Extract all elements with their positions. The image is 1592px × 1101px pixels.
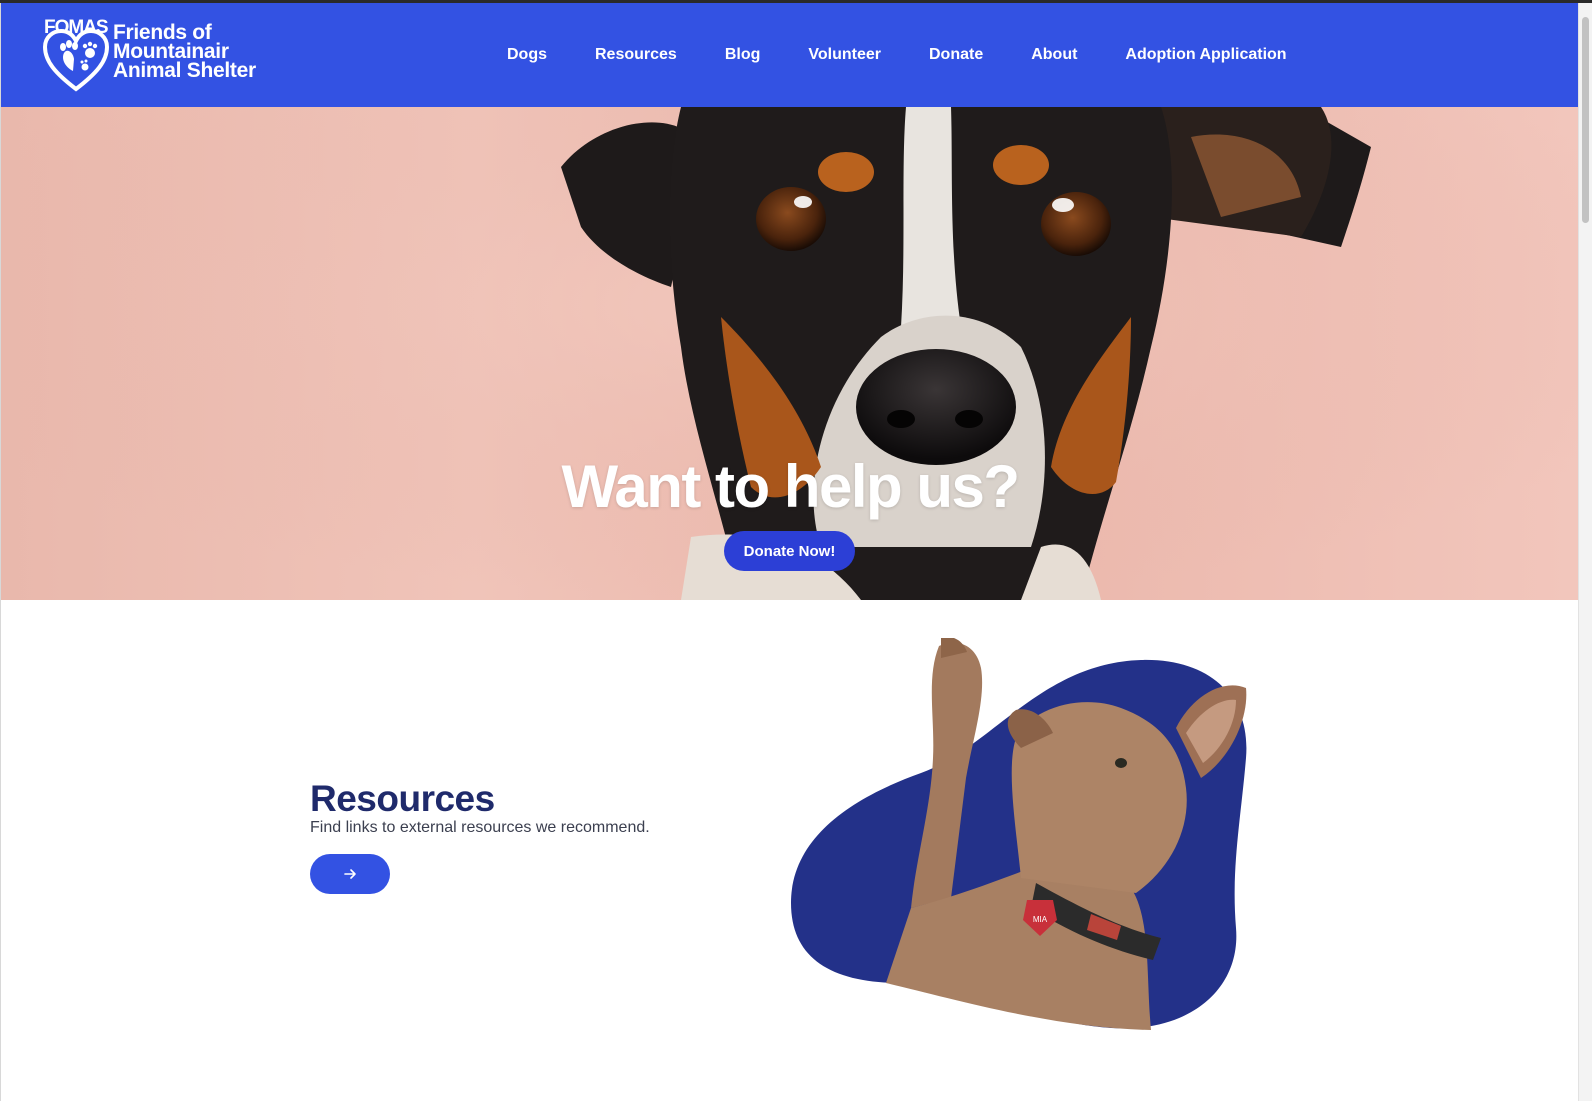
- nav-donate[interactable]: Donate: [929, 46, 983, 64]
- page-scrollbar[interactable]: [1578, 3, 1592, 1101]
- nav-dogs[interactable]: Dogs: [507, 46, 547, 64]
- nav-resources[interactable]: Resources: [595, 46, 677, 64]
- resources-arrow-button[interactable]: [310, 854, 390, 894]
- nav-blog[interactable]: Blog: [725, 46, 761, 64]
- arrow-right-icon: [344, 869, 356, 879]
- page: FOMAS Friends of Mountainair Animal Shel…: [0, 3, 1578, 1101]
- donate-now-button[interactable]: Donate Now!: [724, 531, 855, 571]
- collar-tag-text: MIA: [1033, 915, 1048, 924]
- nav-adoption-application[interactable]: Adoption Application: [1125, 46, 1286, 64]
- scrollbar-thumb[interactable]: [1582, 17, 1589, 223]
- logo-line-3: Animal Shelter: [113, 59, 256, 82]
- resources-section: Resources Find links to external resourc…: [1, 600, 1578, 1101]
- main-nav: Dogs Resources Blog Volunteer Donate Abo…: [507, 3, 1335, 107]
- logo-wordmark: Friends of Mountainair Animal Shelter: [113, 22, 256, 82]
- logo-abbreviation: FOMAS: [44, 17, 109, 38]
- hero-title: Want to help us?: [561, 453, 1020, 520]
- resources-description: Find links to external resources we reco…: [310, 819, 650, 836]
- site-logo[interactable]: FOMAS Friends of Mountainair Animal Shel…: [43, 17, 283, 97]
- nav-volunteer[interactable]: Volunteer: [808, 46, 881, 64]
- nav-about[interactable]: About: [1031, 46, 1077, 64]
- dog-raising-paw-photo: MIA: [791, 638, 1247, 1030]
- hero-banner: Want to help us? Donate Now!: [1, 107, 1578, 600]
- site-header: FOMAS Friends of Mountainair Animal Shel…: [1, 3, 1578, 107]
- dog-portrait-photo: [1, 107, 1578, 600]
- resources-title: Resources: [310, 778, 495, 819]
